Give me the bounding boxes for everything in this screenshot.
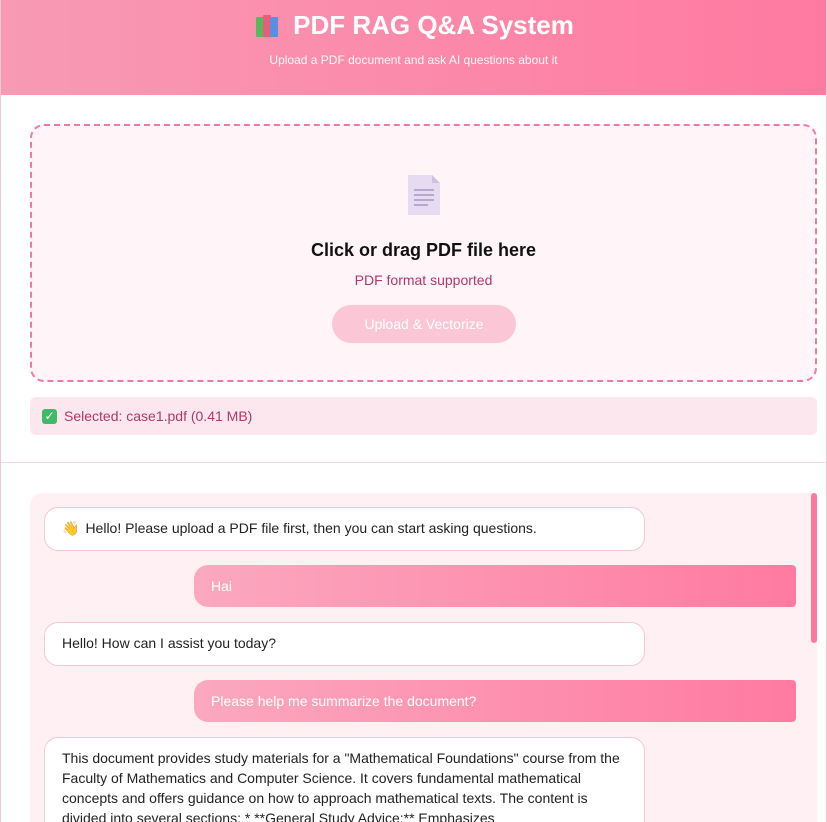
title-row: PDF RAG Q&A System	[1, 10, 826, 41]
app-header: PDF RAG Q&A System Upload a PDF document…	[1, 0, 826, 95]
selected-file-status: ✓ Selected: case1.pdf (0.41 MB)	[30, 397, 817, 435]
bot-message: Hello! How can I assist you today?	[44, 622, 645, 666]
user-message: Hai	[194, 565, 796, 607]
user-message: Please help me summarize the document?	[194, 680, 796, 722]
dropzone-hint: PDF format supported	[354, 272, 493, 288]
page-subtitle: Upload a PDF document and ask AI questio…	[269, 53, 558, 67]
bot-message: This document provides study materials f…	[44, 737, 645, 822]
pdf-dropzone[interactable]: Click or drag PDF file here PDF format s…	[30, 124, 817, 382]
upload-section: Click or drag PDF file here PDF format s…	[1, 95, 826, 463]
upload-vectorize-button[interactable]: Upload & Vectorize	[332, 305, 516, 343]
app-window: PDF RAG Q&A System Upload a PDF document…	[0, 0, 827, 822]
waving-hand-icon: 👋	[62, 520, 80, 536]
page-title: PDF RAG Q&A System	[293, 10, 574, 40]
dropzone-title: Click or drag PDF file here	[310, 240, 537, 260]
chat-scrollbar[interactable]	[811, 493, 817, 643]
check-icon: ✓	[42, 408, 57, 424]
chat-panel[interactable]: 👋 Hello! Please upload a PDF file first, …	[30, 493, 817, 822]
books-icon	[253, 13, 283, 39]
bot-message: 👋 Hello! Please upload a PDF file first, …	[44, 507, 645, 551]
selected-file-text: Selected: case1.pdf (0.41 MB)	[64, 408, 253, 424]
document-icon	[408, 175, 440, 215]
